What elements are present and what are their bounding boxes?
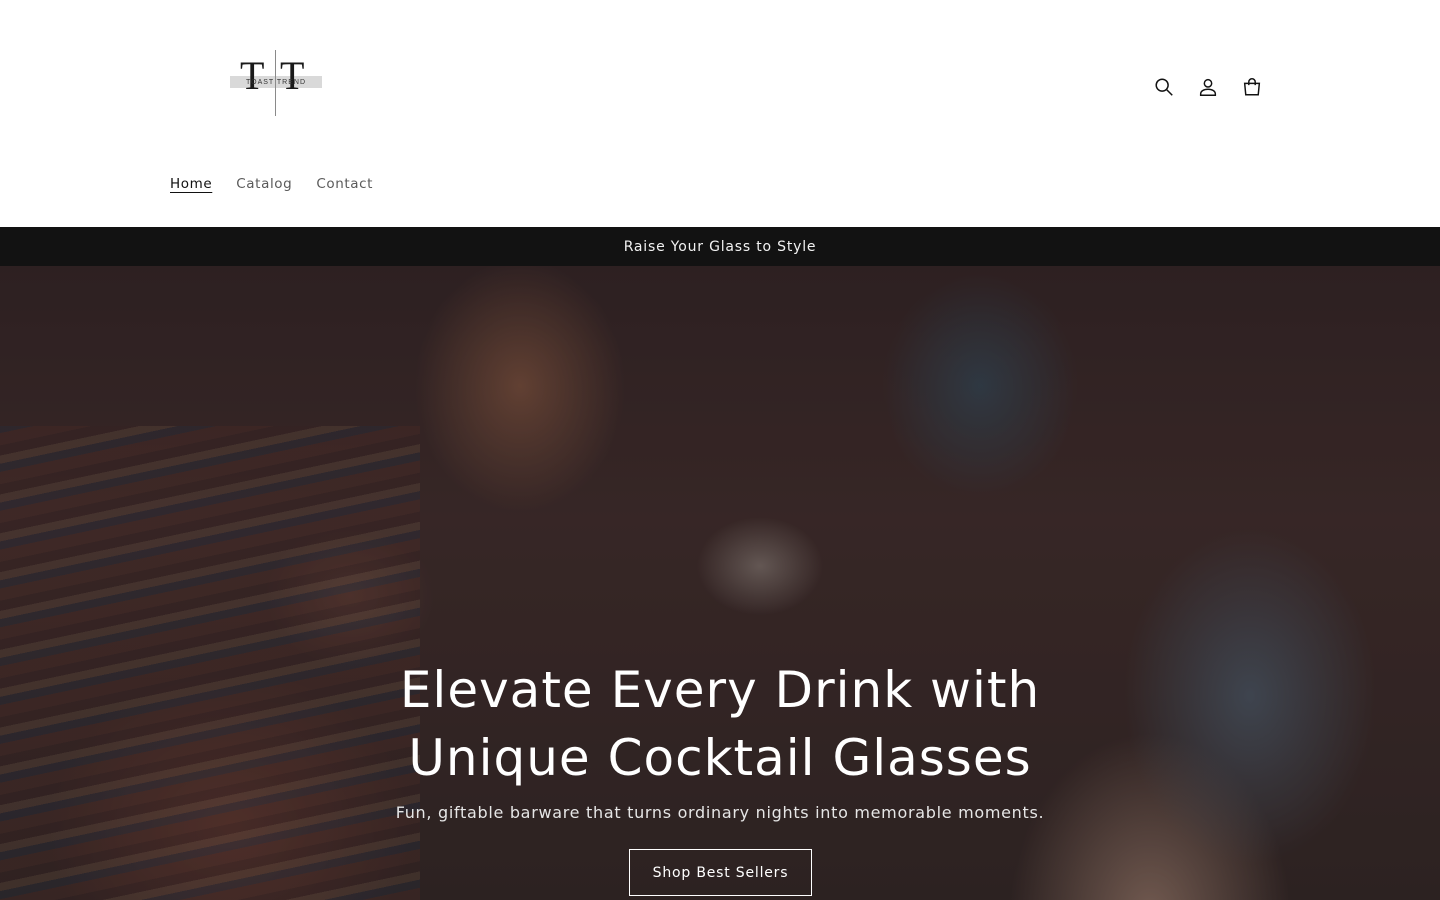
announcement-text: Raise Your Glass to Style xyxy=(623,238,817,255)
hero-title: Elevate Every Drink with Unique Cocktail… xyxy=(399,661,1041,787)
shop-best-sellers-button[interactable]: Shop Best Sellers xyxy=(629,849,812,896)
account-icon xyxy=(1199,78,1217,96)
hero-content: Elevate Every Drink with Unique Cocktail… xyxy=(0,266,1440,900)
cart-button[interactable] xyxy=(1237,72,1267,102)
logo-wordmark: TOAST TREND xyxy=(245,79,306,86)
search-icon xyxy=(1155,78,1173,96)
cart-icon xyxy=(1243,78,1261,96)
site-header: T T TOAST TREND Home Catalog Contact xyxy=(0,0,1440,227)
nav-item-catalog[interactable]: Catalog xyxy=(224,172,304,196)
logo-letter-left: T xyxy=(240,53,265,98)
main-nav: Home Catalog Contact xyxy=(158,172,385,196)
nav-item-contact[interactable]: Contact xyxy=(304,172,385,196)
announcement-bar: Raise Your Glass to Style xyxy=(0,227,1440,266)
logo[interactable]: T T TOAST TREND xyxy=(224,48,328,120)
logo-letter-right: T xyxy=(280,53,305,98)
search-button[interactable] xyxy=(1149,72,1179,102)
account-button[interactable] xyxy=(1193,72,1223,102)
hero-subtitle: Fun, giftable barware that turns ordinar… xyxy=(395,803,1045,822)
nav-item-home[interactable]: Home xyxy=(158,172,224,196)
hero-banner: Elevate Every Drink with Unique Cocktail… xyxy=(0,266,1440,900)
